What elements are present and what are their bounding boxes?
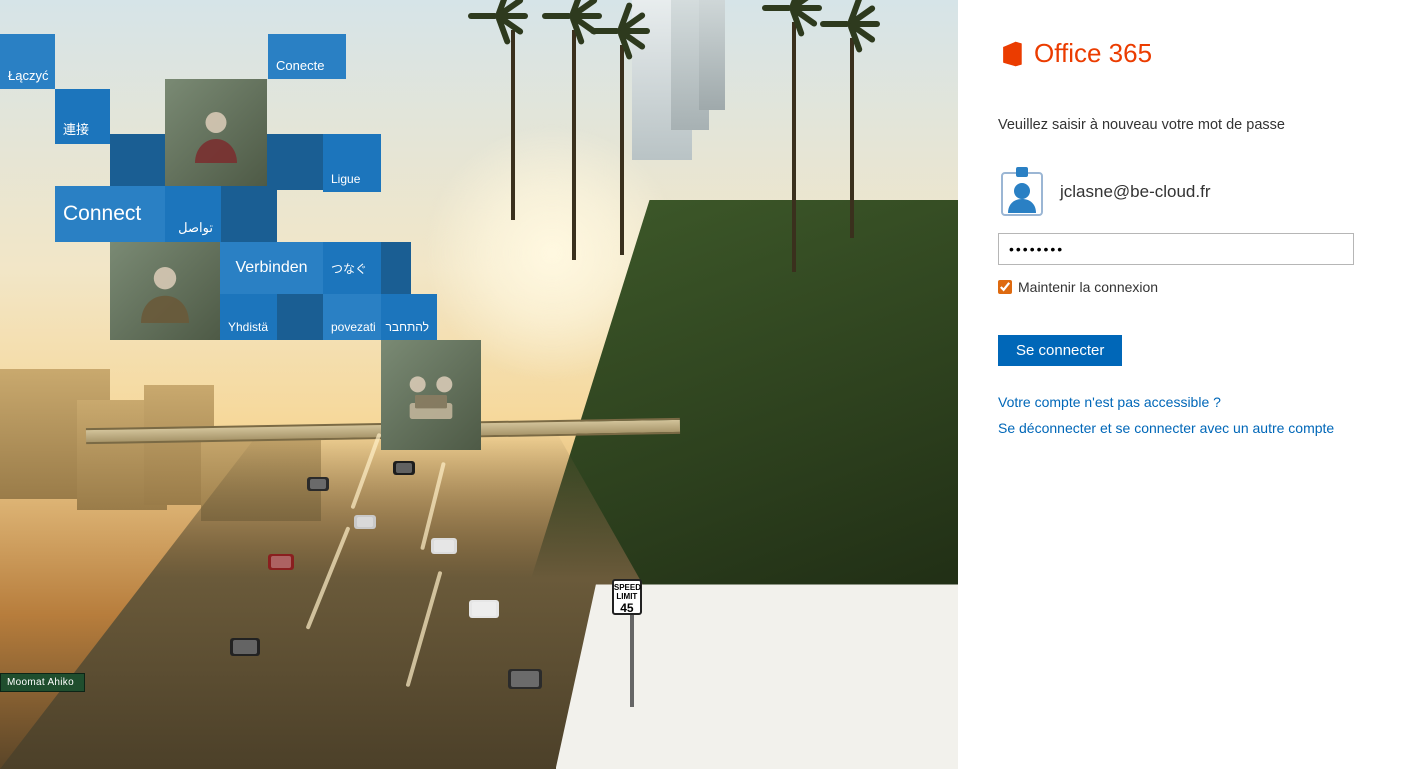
tile-ligue: Ligue [323, 134, 381, 192]
car [469, 600, 499, 618]
car [431, 538, 457, 554]
tile-label: povezati [331, 320, 376, 334]
logo-text: Office 365 [1034, 38, 1152, 69]
tile-decorative [277, 294, 323, 340]
car [393, 461, 415, 475]
signin-panel: Office 365 Veuillez saisir à nouveau vot… [958, 0, 1426, 769]
tile-label: تواصل [178, 220, 213, 236]
tile-label: Verbinden [235, 259, 307, 277]
tile-label: להתחבר [386, 320, 430, 334]
tile-twasil: تواصل [165, 186, 221, 242]
tile-tsunagu: つなぐ [323, 242, 381, 294]
person-icon [186, 103, 246, 163]
sign-post [630, 615, 634, 707]
palm-tree [766, 0, 822, 272]
tile-hebrew: להתחבר [381, 294, 437, 340]
user-badge-icon [998, 167, 1046, 217]
tile-label: つなぐ [331, 260, 367, 277]
instruction-text: Veuillez saisir à nouveau votre mot de p… [998, 117, 1390, 133]
tile-label: Connect [63, 202, 141, 226]
car [354, 515, 376, 529]
switch-account-link[interactable]: Se déconnecter et se connecter avec un a… [998, 420, 1390, 436]
car [307, 477, 329, 491]
tile-decorative [267, 134, 323, 190]
tile-photo-person [110, 242, 220, 340]
keep-signed-in-label: Maintenir la connexion [1018, 279, 1158, 295]
tile-renjie: 連接 [55, 89, 110, 144]
tile-photo-people [381, 340, 481, 450]
car [230, 638, 260, 656]
people-laptop-icon [391, 360, 471, 430]
logo-text-office: Office [1034, 38, 1101, 68]
palm-tree [824, 8, 880, 238]
palm-tree [498, 0, 528, 220]
keep-signed-in-checkbox[interactable] [998, 280, 1012, 294]
logo-text-365: 365 [1109, 38, 1152, 68]
tile-verbinden: Verbinden [220, 242, 323, 294]
speed-limit-sign: SPEED LIMIT 45 [612, 579, 642, 615]
speed-limit-value: 45 [614, 602, 640, 615]
person-icon [133, 259, 197, 323]
office-icon [998, 40, 1026, 68]
account-email: jclasne@be-cloud.fr [1060, 182, 1211, 202]
building [699, 0, 725, 110]
tile-yhdista: Yhdistä [220, 294, 277, 340]
tile-povezati: povezati [323, 294, 381, 340]
street-sign: Moomat Ahiko [0, 673, 85, 692]
tile-label: 連接 [63, 119, 89, 138]
keep-signed-in[interactable]: Maintenir la connexion [998, 279, 1390, 295]
car [508, 669, 542, 689]
tile-laczyc: Łączyć [0, 34, 55, 89]
palm-tree [594, 15, 650, 255]
tile-label: Yhdistä [228, 320, 268, 334]
hero-illustration: SPEED LIMIT 45 Moomat Ahiko Łączyć Conec… [0, 0, 958, 769]
tile-photo-person [165, 79, 267, 186]
tile-decorative [381, 242, 411, 294]
tile-connect: Connect [55, 186, 165, 242]
tile-label: Łączyć [8, 68, 48, 83]
tile-decorative [110, 134, 165, 186]
cant-access-link[interactable]: Votre compte n'est pas accessible ? [998, 394, 1390, 410]
speed-limit-label: SPEED LIMIT [614, 583, 641, 601]
tile-label: Conecte [276, 58, 324, 73]
identity-block: jclasne@be-cloud.fr [998, 167, 1390, 217]
tile-label: Ligue [331, 172, 360, 186]
car [268, 554, 294, 570]
password-input[interactable] [998, 233, 1354, 265]
tile-decorative [221, 186, 277, 242]
office365-logo: Office 365 [998, 38, 1390, 69]
signin-button[interactable]: Se connecter [998, 335, 1122, 366]
tile-conecte: Conecte [268, 34, 346, 79]
